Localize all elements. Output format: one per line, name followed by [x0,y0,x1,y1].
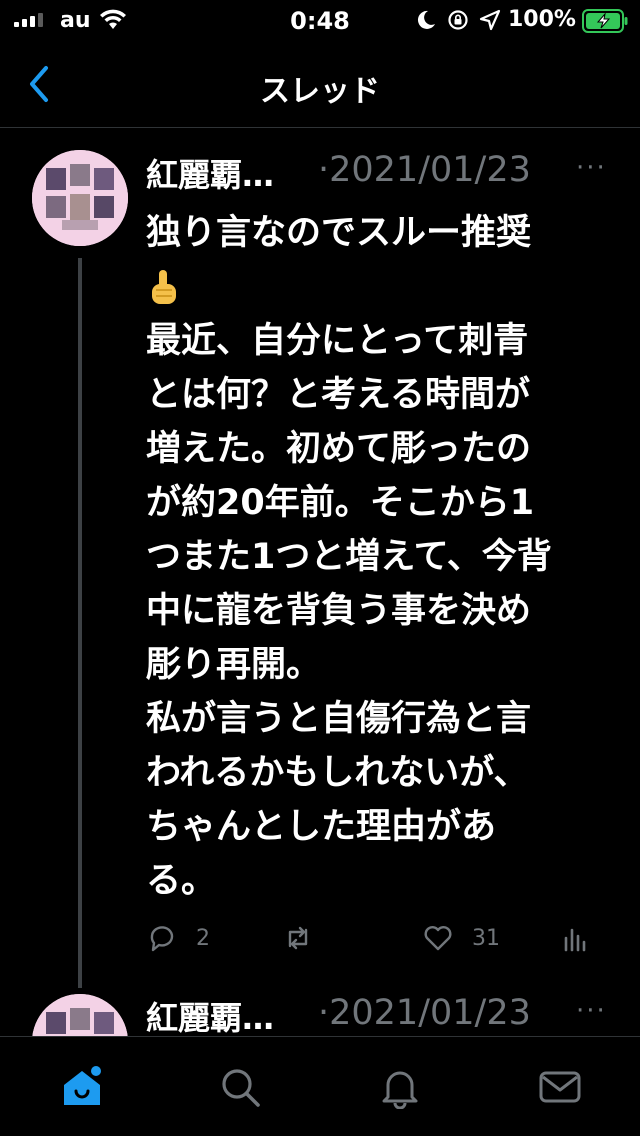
moon-icon [417,10,435,29]
notifications-icon[interactable] [378,1065,422,1109]
tweet-line: 私が言うと自傷行為と言 [146,699,532,739]
tweet-header: 紅麗覇… ·2021/01/23 ··· [146,150,626,196]
tweet-header: 紅麗覇… ·2021/01/23 ··· [146,993,626,1039]
page-title: スレッド [260,74,380,109]
messages-icon[interactable] [538,1065,582,1109]
home-icon[interactable] [60,1065,104,1109]
avatar[interactable] [32,150,128,246]
battery-icon [582,9,628,33]
search-icon[interactable] [218,1065,262,1109]
tweet-line: 中に龍を背負う事を決め [146,591,532,631]
tweet-line: とは何？と考える時間が [146,375,530,415]
tweet-actions: 2 31 [146,918,626,958]
tweet-date[interactable]: ·2021/01/23 [318,150,531,190]
battery-percent: 100% [508,7,576,32]
tweet-line: 増えた。初めて彫ったの [146,429,532,469]
tweet-line: つまた1つと増えて、今背 [146,537,552,577]
retweet-button[interactable] [282,918,332,958]
status-bar: au 0:48 100% [0,0,640,40]
tweet-line: る。 [146,861,217,901]
more-icon[interactable]: ··· [576,996,607,1026]
stats-button[interactable] [558,918,590,958]
heart-icon [424,926,452,951]
avatar-image [32,150,128,246]
nav-header: スレッド [0,40,640,128]
reply-count: 2 [196,925,210,951]
rotation-lock-icon [448,10,468,30]
reply-icon [150,926,174,952]
tweet-line: 彫り再開。 [146,645,322,685]
like-button[interactable]: 31 [422,918,500,958]
tweet-line: 最近、自分にとって刺青 [146,321,529,361]
analytics-icon [564,928,586,952]
location-icon [479,9,501,31]
retweet-icon [288,926,308,950]
more-icon[interactable]: ··· [576,153,607,183]
tweet-line: ちゃんとした理由があ [146,807,497,847]
tweet-text: 独り言なのでスルー推奨 最近、自分にとって刺青 とは何？と考える時間が 増えた。… [146,206,616,908]
tweet-line: 独り言なのでスルー推奨 [146,213,532,253]
author-name[interactable]: 紅麗覇… [146,993,274,1039]
tweet-line: われるかもしれないが、 [146,753,529,793]
tweet-line: が約20年前。そこから1 [146,483,535,523]
tweet-line-emoji [146,260,616,314]
like-count: 31 [472,925,500,951]
reply-button[interactable]: 2 [146,918,210,958]
tab-bar [0,1036,640,1136]
pointing-up-icon [152,270,176,304]
author-name[interactable]: 紅麗覇… [146,150,274,196]
thread-connector [78,258,82,988]
tweet-date[interactable]: ·2021/01/23 [318,993,531,1033]
